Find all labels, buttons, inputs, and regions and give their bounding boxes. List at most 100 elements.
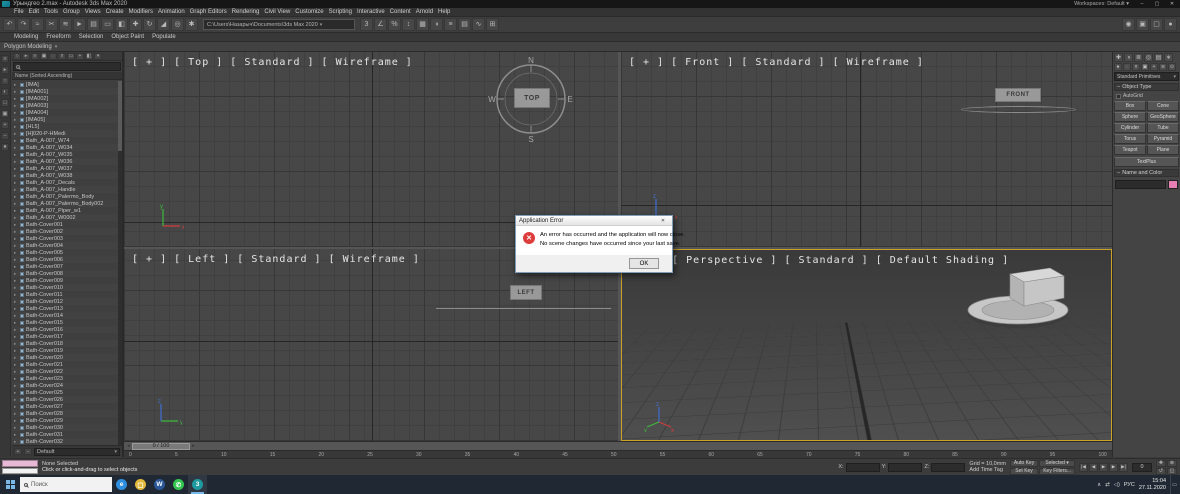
menu-item[interactable]: Create bbox=[106, 9, 124, 15]
viewport-left[interactable]: [ + ] [ Left ] [ Standard ] [ Wireframe … bbox=[124, 249, 618, 441]
viewport-perspective[interactable]: [ + ] [ Perspective ] [ Standard ] [ Def… bbox=[621, 249, 1112, 441]
time-slider-handle[interactable]: 0 / 100 bbox=[132, 443, 190, 450]
edit-named-selection-icon[interactable]: ▦ bbox=[416, 18, 429, 31]
settings-icon[interactable]: ● bbox=[1, 143, 9, 151]
tube-button[interactable]: Tube bbox=[1147, 123, 1179, 133]
action-center-button[interactable]: ▭ bbox=[1170, 475, 1178, 494]
expand-arrow-icon[interactable]: ▸ bbox=[14, 432, 18, 438]
material-editor-icon[interactable]: ◉ bbox=[1122, 18, 1135, 31]
schematic-view-icon[interactable]: ⊞ bbox=[486, 18, 499, 31]
list-item[interactable]: ▸ [H]020-P-HMedi bbox=[12, 130, 118, 137]
list-item[interactable]: ▸ Bath-Cover022 bbox=[12, 368, 118, 375]
plane-button[interactable]: Plane bbox=[1147, 145, 1179, 155]
add-layer-icon[interactable]: + bbox=[14, 448, 22, 455]
geosphere-button[interactable]: GeoSphere bbox=[1147, 112, 1179, 122]
expand-arrow-icon[interactable]: ▸ bbox=[14, 201, 18, 207]
list-item[interactable]: ▸ Bath-Cover004 bbox=[12, 242, 118, 249]
y-coord-input[interactable] bbox=[888, 463, 922, 472]
list-item[interactable]: ▸ Bath_A-007_W034 bbox=[12, 144, 118, 151]
expand-arrow-icon[interactable]: ▸ bbox=[14, 180, 18, 186]
go-to-end-icon[interactable]: ▶| bbox=[1119, 463, 1128, 472]
pivot-center-icon[interactable]: ◎ bbox=[171, 18, 184, 31]
list-item[interactable]: ▸ Bath_A-007_W038 bbox=[12, 172, 118, 179]
expand-arrow-icon[interactable]: ▸ bbox=[14, 341, 18, 347]
expand-arrow-icon[interactable]: ▸ bbox=[14, 299, 18, 305]
menu-item[interactable]: Help bbox=[438, 9, 450, 15]
select-scale-icon[interactable]: ◢ bbox=[157, 18, 170, 31]
prev-frame-icon[interactable]: ◀ bbox=[1089, 463, 1098, 472]
z-coord-input[interactable] bbox=[931, 463, 965, 472]
network-icon[interactable]: ⇄ bbox=[1105, 482, 1110, 488]
mirror-icon[interactable]: ◑ bbox=[430, 18, 443, 31]
list-item[interactable]: ▸ Bath-Cover019 bbox=[12, 347, 118, 354]
explorer-menu-icon[interactable]: ≡ bbox=[1, 55, 9, 63]
select-object-icon[interactable]: ► bbox=[73, 18, 86, 31]
explorer-scrollbar[interactable] bbox=[118, 81, 122, 445]
expand-arrow-icon[interactable]: ▸ bbox=[14, 362, 18, 368]
dialog-close-button[interactable]: ✕ bbox=[657, 217, 669, 225]
taskbar-search-input[interactable]: Поиск bbox=[20, 477, 112, 492]
list-item[interactable]: ▸ Bath-Cover002 bbox=[12, 228, 118, 235]
3dsmax-icon[interactable]: 3 bbox=[188, 475, 207, 494]
prev-frame-arrow-icon[interactable]: ◂ bbox=[125, 443, 132, 450]
scene-object-perspective[interactable] bbox=[952, 258, 1092, 338]
expand-arrow-icon[interactable]: ▸ bbox=[14, 313, 18, 319]
filter-geometry-icon[interactable]: ▣ bbox=[40, 53, 48, 60]
list-item[interactable]: ▸ Bath-Cover010 bbox=[12, 284, 118, 291]
list-item[interactable]: ▸ Bath_A-007_Piper_w1 bbox=[12, 207, 118, 214]
menu-item[interactable]: Animation bbox=[158, 9, 185, 15]
expand-arrow-icon[interactable]: ▸ bbox=[14, 138, 18, 144]
expand-arrow-icon[interactable]: ▸ bbox=[14, 348, 18, 354]
cameras-category-icon[interactable]: ▣ bbox=[1141, 63, 1149, 71]
render-setup-icon[interactable]: ▣ bbox=[1136, 18, 1149, 31]
torus-button[interactable]: Torus bbox=[1114, 134, 1146, 144]
close-button[interactable]: ✕ bbox=[1166, 0, 1178, 8]
filter-lights-icon[interactable]: ¤ bbox=[58, 53, 66, 60]
name-color-rollout[interactable]: − Name and Color bbox=[1114, 169, 1179, 177]
pyramid-button[interactable]: Pyramid bbox=[1147, 134, 1179, 144]
auto-key-button[interactable]: Auto Key bbox=[1010, 460, 1038, 467]
snap-toggle-icon[interactable]: 3 bbox=[360, 18, 373, 31]
select-move-icon[interactable]: ✚ bbox=[129, 18, 142, 31]
set-key-button[interactable]: Set Key bbox=[1010, 468, 1038, 475]
minimize-button[interactable]: – bbox=[1136, 0, 1148, 8]
display-influences-icon[interactable]: ○ bbox=[13, 53, 21, 60]
ok-button[interactable]: OK bbox=[629, 258, 659, 269]
go-to-start-icon[interactable]: |◀ bbox=[1079, 463, 1088, 472]
taskbar-clock[interactable]: 15:04 27.11.2020 bbox=[1139, 478, 1166, 492]
undo-icon[interactable]: ↶ bbox=[3, 18, 16, 31]
current-frame-field[interactable]: 0 bbox=[1132, 463, 1152, 472]
modify-tab[interactable]: ◑ bbox=[1124, 53, 1133, 62]
listener-macro-line[interactable] bbox=[2, 460, 38, 467]
next-frame-arrow-icon[interactable]: ▸ bbox=[190, 443, 197, 450]
word-icon[interactable]: W bbox=[150, 475, 169, 494]
freeze-toggle-icon[interactable]: ◐ bbox=[1, 88, 9, 96]
list-item[interactable]: ▸ Bath-Cover018 bbox=[12, 340, 118, 347]
geometry-category-icon[interactable]: ● bbox=[1114, 63, 1122, 71]
expand-arrow-icon[interactable]: ▸ bbox=[14, 124, 18, 130]
cylinder-button[interactable]: Cylinder bbox=[1114, 123, 1146, 133]
remove-icon[interactable]: − bbox=[1, 132, 9, 140]
expand-arrow-icon[interactable]: ▸ bbox=[14, 320, 18, 326]
expand-arrow-icon[interactable]: ▸ bbox=[14, 264, 18, 270]
expand-arrow-icon[interactable]: ▸ bbox=[14, 257, 18, 263]
expand-arrow-icon[interactable]: ▸ bbox=[14, 131, 18, 137]
list-item[interactable]: ▸ Bath-Cover005 bbox=[12, 249, 118, 256]
explorer-sort-header[interactable]: Name (Sorted Ascending) bbox=[12, 72, 122, 80]
expand-arrow-icon[interactable]: ▸ bbox=[14, 418, 18, 424]
sort-icon[interactable]: ≡ bbox=[31, 53, 39, 60]
menu-item[interactable]: Customize bbox=[295, 9, 323, 15]
pick-icon[interactable]: ▣ bbox=[1, 110, 9, 118]
edge-icon[interactable]: e bbox=[112, 475, 131, 494]
list-item[interactable]: ▸ Bath_A-007_Palermo_Body bbox=[12, 193, 118, 200]
list-item[interactable]: ▸ Bath-Cover030 bbox=[12, 424, 118, 431]
display-toggle-icon[interactable]: ○ bbox=[1, 77, 9, 85]
list-item[interactable]: ▸ Bath_A-007_W037 bbox=[12, 165, 118, 172]
menu-item[interactable]: File bbox=[14, 9, 24, 15]
textplus-button[interactable]: TextPlus bbox=[1114, 157, 1179, 167]
expand-arrow-icon[interactable]: ▸ bbox=[14, 173, 18, 179]
polygon-modeling-panel[interactable]: Polygon Modeling bbox=[4, 44, 52, 50]
expand-arrow-icon[interactable]: ▸ bbox=[14, 383, 18, 389]
expand-arrow-icon[interactable]: ▸ bbox=[14, 103, 18, 109]
percent-snap-icon[interactable]: % bbox=[388, 18, 401, 31]
